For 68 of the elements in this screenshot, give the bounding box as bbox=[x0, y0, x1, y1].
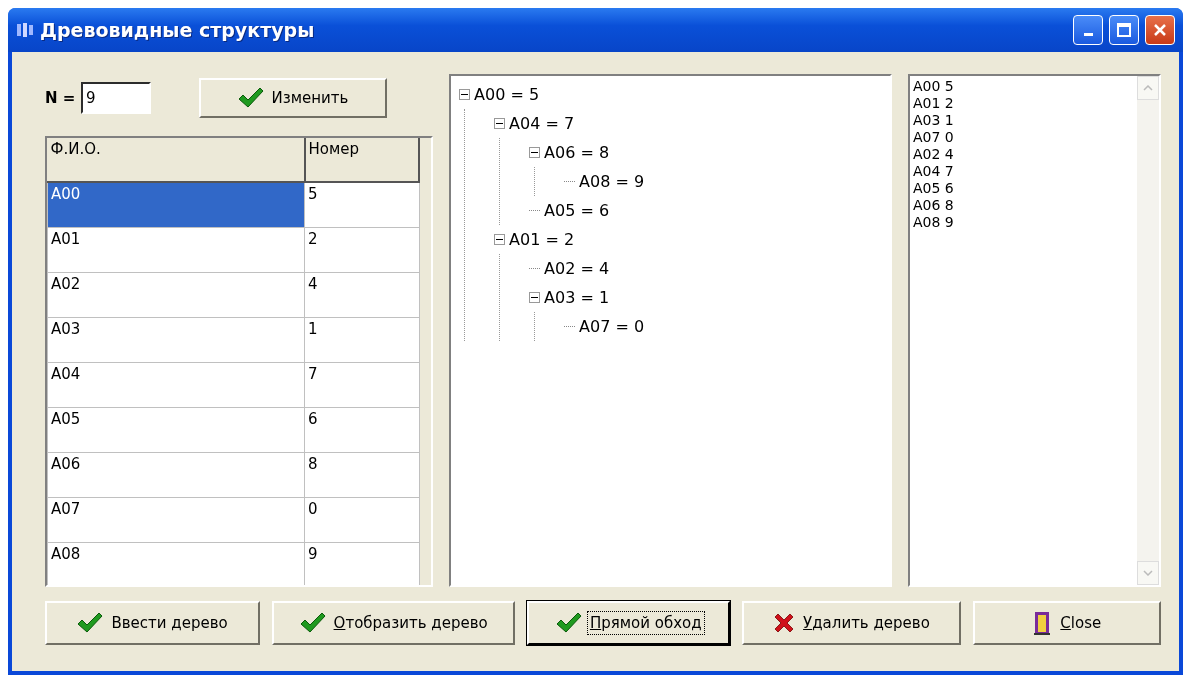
tree-node[interactable]: A07 = 0 bbox=[579, 317, 645, 336]
table-cell[interactable]: A02 bbox=[47, 272, 305, 317]
table-cell[interactable]: 8 bbox=[304, 452, 419, 497]
tree-node[interactable]: A05 = 6 bbox=[544, 201, 610, 220]
collapse-toggle[interactable] bbox=[529, 147, 540, 158]
table-cell[interactable]: 5 bbox=[304, 182, 419, 227]
check-icon bbox=[555, 612, 582, 634]
list-item[interactable]: A00 5 bbox=[913, 78, 1134, 95]
change-button[interactable]: Изменить bbox=[199, 78, 387, 118]
list-item[interactable]: A04 7 bbox=[913, 163, 1134, 180]
list-item[interactable]: A02 4 bbox=[913, 146, 1134, 163]
list-item[interactable]: A03 1 bbox=[913, 112, 1134, 129]
column-header[interactable]: Ф.И.О. bbox=[47, 138, 305, 182]
maximize-icon bbox=[1117, 23, 1131, 37]
table-cell[interactable]: 0 bbox=[304, 497, 419, 542]
tree-node[interactable]: A03 = 1 bbox=[544, 288, 610, 307]
table-cell[interactable]: 2 bbox=[304, 227, 419, 272]
close-button[interactable] bbox=[1145, 15, 1175, 45]
column-header[interactable]: Номер bbox=[304, 138, 419, 182]
tree-node[interactable]: A08 = 9 bbox=[579, 172, 645, 191]
action-button[interactable]: Close bbox=[972, 601, 1161, 645]
collapse-toggle[interactable] bbox=[494, 234, 505, 245]
collapse-toggle[interactable] bbox=[459, 89, 470, 100]
tree-node[interactable]: A06 = 8 bbox=[544, 143, 610, 162]
table-cell[interactable]: A04 bbox=[47, 362, 305, 407]
table-cell[interactable]: A00 bbox=[47, 182, 305, 227]
door-icon bbox=[1032, 610, 1053, 636]
table-cell[interactable]: A08 bbox=[47, 542, 305, 585]
table-cell[interactable]: A01 bbox=[47, 227, 305, 272]
app-icon bbox=[16, 22, 34, 38]
check-icon bbox=[237, 87, 264, 109]
check-icon bbox=[77, 612, 104, 634]
minimize-icon bbox=[1083, 33, 1093, 36]
tree-node[interactable]: A01 = 2 bbox=[509, 230, 575, 249]
table-cell[interactable]: 7 bbox=[304, 362, 419, 407]
action-button[interactable]: Отобразить дерево bbox=[272, 601, 516, 645]
scroll-down-icon bbox=[1143, 570, 1153, 576]
n-field[interactable]: 9 bbox=[81, 82, 151, 114]
minimize-button[interactable] bbox=[1073, 15, 1103, 45]
maximize-button[interactable] bbox=[1109, 15, 1139, 45]
tree-node[interactable]: A02 = 4 bbox=[544, 259, 610, 278]
list-item[interactable]: A01 2 bbox=[913, 95, 1134, 112]
collapse-toggle[interactable] bbox=[529, 292, 540, 303]
n-label: N = bbox=[45, 89, 77, 107]
tree-node[interactable]: A00 = 5 bbox=[474, 85, 540, 104]
list-item[interactable]: A08 9 bbox=[913, 214, 1134, 231]
scrollbar[interactable] bbox=[1137, 76, 1159, 585]
action-button[interactable]: Прямой обход bbox=[527, 601, 731, 645]
close-icon bbox=[1153, 23, 1167, 37]
list-item[interactable]: A05 6 bbox=[913, 180, 1134, 197]
action-button[interactable]: Удалить дерево bbox=[742, 601, 961, 645]
table-cell[interactable]: 1 bbox=[304, 317, 419, 362]
window-title: Древовидные структуры bbox=[40, 19, 316, 41]
collapse-toggle[interactable] bbox=[494, 118, 505, 129]
table-cell[interactable]: 4 bbox=[304, 272, 419, 317]
table-cell[interactable]: A07 bbox=[47, 497, 305, 542]
cross-icon bbox=[773, 612, 796, 634]
list-item[interactable]: A07 0 bbox=[913, 129, 1134, 146]
table-cell[interactable]: A06 bbox=[47, 452, 305, 497]
action-button[interactable]: Ввести дерево bbox=[45, 601, 261, 645]
table-cell[interactable]: A03 bbox=[47, 317, 305, 362]
table-cell[interactable]: 9 bbox=[304, 542, 419, 585]
scroll-up-icon bbox=[1143, 85, 1153, 91]
check-icon bbox=[299, 612, 326, 634]
list-item[interactable]: A06 8 bbox=[913, 197, 1134, 214]
table-cell[interactable]: 6 bbox=[304, 407, 419, 452]
table-cell[interactable]: A05 bbox=[47, 407, 305, 452]
tree-node[interactable]: A04 = 7 bbox=[509, 114, 575, 133]
